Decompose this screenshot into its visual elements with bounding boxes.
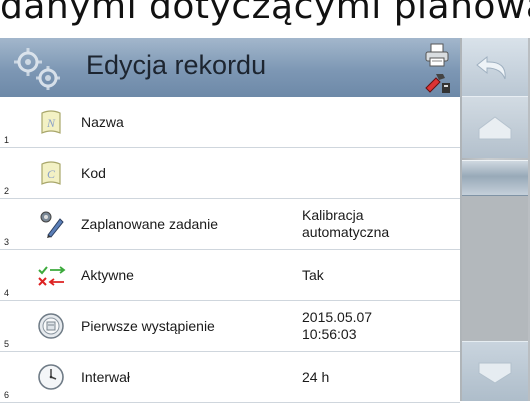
active-checkmark-icon <box>36 260 66 290</box>
row-number: 3 <box>4 237 10 247</box>
home-icon <box>478 115 512 139</box>
home-button[interactable] <box>462 96 528 158</box>
row-value: 2015.05.07 10:56:03 <box>302 309 373 342</box>
row-number: 4 <box>4 288 10 298</box>
row-number: 2 <box>4 186 10 196</box>
caption-text: danymi dotyczącymi planowanej <box>0 0 530 27</box>
row-label: Pierwsze wystąpienie <box>81 318 215 334</box>
back-arrow-icon <box>476 55 506 80</box>
row-value: Kalibracja automatyczna <box>302 207 390 240</box>
record-row-active[interactable]: 4 Aktywne Tak <box>0 250 460 301</box>
record-row-name[interactable]: 1 N Nazwa <box>0 97 460 148</box>
scroll-track[interactable] <box>462 196 528 341</box>
down-arrow-icon <box>478 362 512 384</box>
scroll-down-button[interactable] <box>462 341 528 401</box>
svg-text:N: N <box>46 116 56 130</box>
record-row-interval[interactable]: 6 Interwał 24 h <box>0 352 460 403</box>
row-label: Kod <box>81 165 106 181</box>
svg-text:C: C <box>47 167 56 181</box>
record-edit-panel: Edycja rekordu 1 N Nazwa 2 C Kod 3 Zapla… <box>0 38 460 403</box>
scheduled-task-icon <box>36 209 66 239</box>
first-occurrence-icon <box>36 311 66 341</box>
record-row-code[interactable]: 2 C Kod <box>0 148 460 199</box>
row-label: Nazwa <box>81 114 124 130</box>
tools-icon <box>425 74 450 93</box>
row-label: Aktywne <box>81 267 134 283</box>
row-value: 24 h <box>302 368 330 385</box>
record-row-scheduled-task[interactable]: 3 Zaplanowane zadanie Kalibracja automat… <box>0 199 460 250</box>
scroll-handle-icon[interactable] <box>462 160 528 196</box>
row-label: Interwał <box>81 369 131 385</box>
side-navigation <box>460 38 530 401</box>
row-value: Tak <box>302 266 324 283</box>
row-number: 1 <box>4 135 10 145</box>
printer-button[interactable] <box>421 42 453 68</box>
record-row-first-occurrence[interactable]: 5 Pierwsze wystąpienie 2015.05.07 10:56:… <box>0 301 460 352</box>
gears-icon <box>14 48 60 90</box>
row-label: Zaplanowane zadanie <box>81 216 218 232</box>
tools-button[interactable] <box>421 69 453 95</box>
code-icon: C <box>36 158 66 188</box>
caption-strip: danymi dotyczącymi planowanej <box>0 0 530 38</box>
back-button[interactable] <box>462 38 528 96</box>
header-bar: Edycja rekordu <box>0 38 460 97</box>
printer-icon <box>425 43 449 67</box>
page-title: Edycja rekordu <box>86 50 267 80</box>
row-number: 5 <box>4 339 10 349</box>
name-icon: N <box>36 107 66 137</box>
row-number: 6 <box>4 390 10 400</box>
clock-icon <box>36 362 66 392</box>
